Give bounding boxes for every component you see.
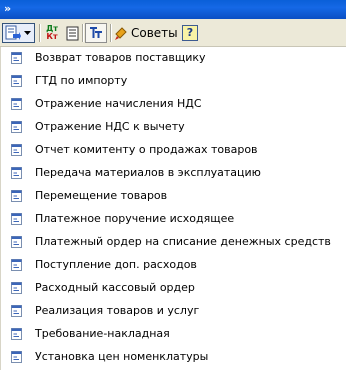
list-item-label: Перемещение товаров bbox=[35, 189, 168, 202]
document-icon bbox=[11, 351, 22, 363]
list-item[interactable]: Требование-накладная bbox=[1, 323, 346, 346]
list-item-label: Реализация товаров и услуг bbox=[35, 304, 200, 317]
journal-button[interactable] bbox=[63, 23, 81, 43]
kt-label: Кт bbox=[46, 32, 58, 41]
title-bar-glyph: » bbox=[4, 2, 12, 15]
document-icon bbox=[11, 167, 22, 179]
document-icon bbox=[11, 52, 22, 64]
list-item-label: Расходный кассовый ордер bbox=[35, 281, 195, 294]
document-icon bbox=[11, 75, 22, 87]
list-item[interactable]: Платежное поручение исходящее bbox=[1, 208, 346, 231]
list-item-label: Платежное поручение исходящее bbox=[35, 212, 235, 225]
list-item[interactable]: Перемещение товаров bbox=[1, 185, 346, 208]
list-item-label: Отчет комитенту о продажах товаров bbox=[35, 143, 258, 156]
list-item[interactable]: Отражение начисления НДС bbox=[1, 93, 346, 116]
document-icon bbox=[11, 282, 22, 294]
document-type-selector-button[interactable] bbox=[2, 23, 35, 43]
list-item-label: Требование-накладная bbox=[35, 327, 170, 340]
toolbar-separator bbox=[110, 24, 112, 42]
document-icon bbox=[11, 259, 22, 271]
document-icon bbox=[11, 190, 22, 202]
list-item[interactable]: Установка цен номенклатуры bbox=[1, 346, 346, 369]
tips-label: Советы bbox=[131, 26, 178, 40]
window-title-bar: » bbox=[0, 0, 346, 19]
toolbar-separator bbox=[82, 24, 84, 42]
journal-icon bbox=[66, 26, 78, 40]
chevron-down-icon[interactable] bbox=[23, 29, 32, 37]
list-item[interactable]: Платежный ордер на списание денежных сре… bbox=[1, 231, 346, 254]
list-item-label: Отражение НДС к вычету bbox=[35, 120, 185, 133]
toolbar: Дт Кт Советы ? bbox=[0, 19, 346, 47]
list-item[interactable]: Поступление доп. расходов bbox=[1, 254, 346, 277]
list-item[interactable]: Передача материалов в эксплуатацию bbox=[1, 162, 346, 185]
list-item[interactable]: ГТД по импорту bbox=[1, 70, 346, 93]
list-item[interactable]: Реализация товаров и услуг bbox=[1, 300, 346, 323]
list-item[interactable]: Отражение НДС к вычету bbox=[1, 116, 346, 139]
list-item-label: ГТД по импорту bbox=[35, 74, 128, 87]
tree-filter-icon bbox=[90, 27, 102, 38]
list-item-label: Отражение начисления НДС bbox=[35, 97, 202, 110]
list-item[interactable]: Расходный кассовый ордер bbox=[1, 277, 346, 300]
list-item[interactable]: Отчет комитенту о продажах товаров bbox=[1, 139, 346, 162]
tips-button[interactable]: Советы bbox=[114, 23, 180, 43]
list-item-label: Платежный ордер на списание денежных сре… bbox=[35, 235, 331, 248]
document-icon bbox=[11, 144, 22, 156]
document-icon bbox=[11, 305, 22, 317]
help-button[interactable]: ? bbox=[180, 23, 200, 43]
document-icon bbox=[11, 98, 22, 110]
list-item-label: Передача материалов в эксплуатацию bbox=[35, 166, 261, 179]
document-icon bbox=[11, 328, 22, 340]
list-item-label: Возврат товаров поставщику bbox=[35, 51, 206, 64]
list-item-label: Поступление доп. расходов bbox=[35, 258, 197, 271]
tips-lamp-icon bbox=[115, 27, 127, 40]
document-icon bbox=[11, 213, 22, 225]
tree-view-toggle-button[interactable] bbox=[85, 23, 107, 43]
document-icon bbox=[11, 236, 22, 248]
list-item-label: Установка цен номенклатуры bbox=[35, 350, 209, 363]
document-icon bbox=[11, 121, 22, 133]
help-icon: ? bbox=[182, 25, 198, 41]
dt-kt-button[interactable]: Дт Кт bbox=[41, 23, 63, 43]
document-list: Возврат товаров поставщику ГТД по импорту… bbox=[0, 47, 346, 370]
document-arrow-icon bbox=[5, 25, 21, 40]
list-item[interactable]: Возврат товаров поставщику bbox=[1, 47, 346, 70]
